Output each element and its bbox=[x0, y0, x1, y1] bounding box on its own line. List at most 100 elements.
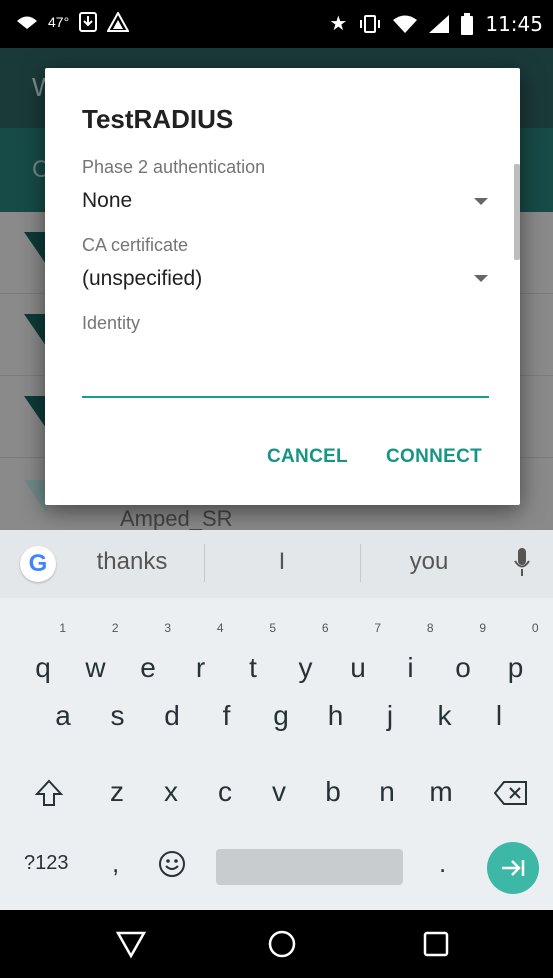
key-s[interactable]: s bbox=[93, 686, 143, 746]
next-button[interactable] bbox=[487, 842, 539, 894]
ca-certificate-select[interactable]: (unspecified) bbox=[82, 267, 492, 297]
ca-certificate-value: (unspecified) bbox=[82, 267, 203, 290]
period-key[interactable]: . bbox=[439, 848, 446, 879]
key-label: d bbox=[164, 700, 180, 731]
cancel-button[interactable]: CANCEL bbox=[267, 446, 348, 468]
key-label: l bbox=[495, 700, 503, 731]
key-label: i bbox=[407, 652, 414, 683]
dialog-title: TestRADIUS bbox=[82, 104, 234, 134]
space-bar[interactable] bbox=[216, 849, 403, 885]
backspace-icon[interactable] bbox=[494, 780, 528, 806]
comma-key[interactable]: , bbox=[112, 848, 119, 879]
key-label: e bbox=[140, 652, 156, 683]
key-label: r bbox=[195, 652, 206, 683]
suggestion-item[interactable]: thanks bbox=[82, 548, 182, 576]
key-v[interactable]: v bbox=[254, 762, 304, 822]
key-label: m bbox=[429, 776, 453, 807]
key-number-hint: 0 bbox=[531, 621, 539, 635]
key-label: g bbox=[273, 700, 289, 731]
symbols-key[interactable]: ?123 bbox=[24, 852, 69, 875]
phase2-auth-value: None bbox=[82, 189, 133, 212]
star-icon: ★ bbox=[329, 13, 348, 35]
app-notification-icon bbox=[107, 12, 130, 32]
download-icon bbox=[79, 12, 98, 32]
network-name: Amped_SR bbox=[120, 506, 233, 530]
key-label: y bbox=[298, 652, 313, 683]
home-icon[interactable] bbox=[266, 928, 298, 960]
phase2-auth-label: Phase 2 authentication bbox=[82, 157, 266, 177]
key-label: s bbox=[110, 700, 125, 731]
network-config-dialog: TestRADIUS Phase 2 authentication None C… bbox=[45, 68, 520, 505]
key-c[interactable]: c bbox=[200, 762, 250, 822]
key-m[interactable]: m bbox=[416, 762, 466, 822]
key-number-hint: 8 bbox=[426, 621, 434, 635]
emoji-icon[interactable] bbox=[157, 849, 187, 879]
vibrate-icon bbox=[360, 14, 381, 33]
key-label: q bbox=[35, 652, 51, 683]
key-label: n bbox=[379, 776, 395, 807]
battery-icon bbox=[461, 12, 474, 35]
wifi-icon bbox=[393, 15, 418, 33]
recents-icon[interactable] bbox=[420, 928, 452, 960]
suggestion-strip: G thanks I you bbox=[0, 530, 553, 598]
next-arrow-icon bbox=[502, 860, 525, 876]
shift-icon[interactable] bbox=[34, 778, 64, 808]
key-label: c bbox=[218, 776, 232, 807]
key-label: v bbox=[272, 776, 286, 807]
key-b[interactable]: b bbox=[308, 762, 358, 822]
key-n[interactable]: n bbox=[362, 762, 412, 822]
key-label: z bbox=[110, 776, 124, 807]
soft-keyboard: G thanks I you q 1 w 2 e 3 r 4 t 5 y 6 u 7 i 8 o 9 p 0 a s d f… bbox=[0, 530, 553, 910]
suggestion-item[interactable]: you bbox=[392, 548, 466, 576]
google-icon[interactable]: G bbox=[20, 546, 56, 582]
key-g[interactable]: g bbox=[256, 686, 306, 746]
key-d[interactable]: d bbox=[147, 686, 197, 746]
navigation-bar bbox=[0, 910, 553, 978]
key-label: t bbox=[249, 652, 257, 683]
wifi-weather-icon bbox=[17, 16, 37, 29]
key-x[interactable]: x bbox=[146, 762, 196, 822]
back-icon[interactable] bbox=[115, 928, 147, 960]
phase2-auth-select[interactable]: None bbox=[82, 189, 492, 219]
ca-certificate-label: CA certificate bbox=[82, 235, 189, 255]
key-label: a bbox=[55, 700, 71, 731]
cell-signal-icon bbox=[429, 14, 450, 33]
key-label: w bbox=[85, 652, 106, 683]
key-h[interactable]: h bbox=[311, 686, 361, 746]
dialog-scrollbar[interactable] bbox=[514, 164, 520, 260]
key-number-hint: 5 bbox=[269, 621, 276, 635]
key-label: o bbox=[455, 652, 471, 683]
key-j[interactable]: j bbox=[365, 686, 415, 746]
microphone-icon[interactable] bbox=[514, 548, 530, 578]
key-number-hint: 3 bbox=[164, 621, 171, 635]
key-number-hint: 6 bbox=[321, 621, 329, 635]
status-bar: 47° ★ 11:45 bbox=[0, 0, 553, 48]
key-label: p bbox=[507, 652, 524, 683]
key-label: f bbox=[222, 700, 231, 731]
key-k[interactable]: k bbox=[420, 686, 470, 746]
suggestion-divider bbox=[204, 544, 205, 582]
key-l[interactable]: l bbox=[474, 686, 524, 746]
key-number-hint: 2 bbox=[111, 621, 119, 635]
key-number-hint: 4 bbox=[216, 621, 224, 635]
key-a[interactable]: a bbox=[38, 686, 88, 746]
clock: 11:45 bbox=[485, 11, 543, 36]
identity-label: Identity bbox=[82, 313, 141, 333]
key-label: x bbox=[164, 776, 178, 807]
key-label: k bbox=[437, 700, 452, 731]
key-label: b bbox=[325, 776, 341, 807]
key-number-hint: 1 bbox=[59, 621, 66, 635]
key-number-hint: 7 bbox=[374, 621, 381, 635]
suggestion-item[interactable]: I bbox=[254, 548, 310, 576]
suggestion-divider bbox=[360, 544, 361, 582]
chevron-down-icon[interactable] bbox=[474, 275, 488, 282]
chevron-down-icon[interactable] bbox=[474, 198, 488, 205]
identity-input[interactable] bbox=[82, 364, 489, 398]
key-number-hint: 9 bbox=[479, 621, 486, 635]
connect-button[interactable]: CONNECT bbox=[386, 446, 482, 468]
key-f[interactable]: f bbox=[202, 686, 252, 746]
temperature-text: 47° bbox=[48, 14, 70, 30]
key-z[interactable]: z bbox=[92, 762, 142, 822]
key-label: j bbox=[386, 700, 394, 731]
key-label: h bbox=[327, 700, 344, 731]
